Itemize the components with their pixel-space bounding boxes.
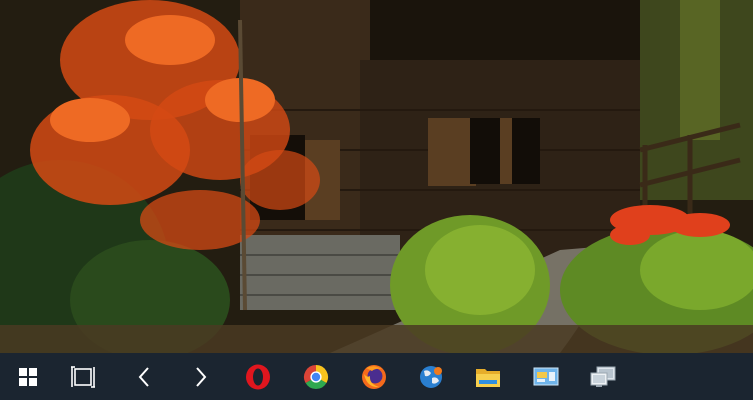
file-explorer-button[interactable] (463, 353, 513, 400)
control-panel-icon (533, 367, 559, 385)
forward-button[interactable] (176, 353, 226, 400)
chevron-left-icon (138, 366, 149, 387)
task-view-icon (71, 365, 95, 388)
desktop-wallpaper (0, 0, 753, 353)
windows-logo-icon (19, 367, 37, 386)
control-panel-button[interactable] (521, 353, 571, 400)
firefox-icon (362, 364, 386, 389)
taskbar (0, 353, 753, 400)
back-button[interactable] (119, 353, 169, 400)
opera-icon (246, 364, 270, 389)
task-view-button[interactable] (58, 353, 108, 400)
chrome-button[interactable] (291, 353, 341, 400)
folder-icon (476, 368, 500, 387)
globe-icon (420, 365, 442, 388)
remote-desktop-button[interactable] (578, 353, 628, 400)
firefox-button[interactable] (349, 353, 399, 400)
opera-button[interactable] (233, 353, 283, 400)
network-globe-button[interactable] (406, 353, 456, 400)
chrome-icon (303, 364, 329, 389)
remote-desktop-icon (590, 366, 616, 387)
chevron-right-icon (196, 366, 207, 387)
barn-scene (0, 0, 753, 353)
start-button[interactable] (3, 353, 53, 400)
